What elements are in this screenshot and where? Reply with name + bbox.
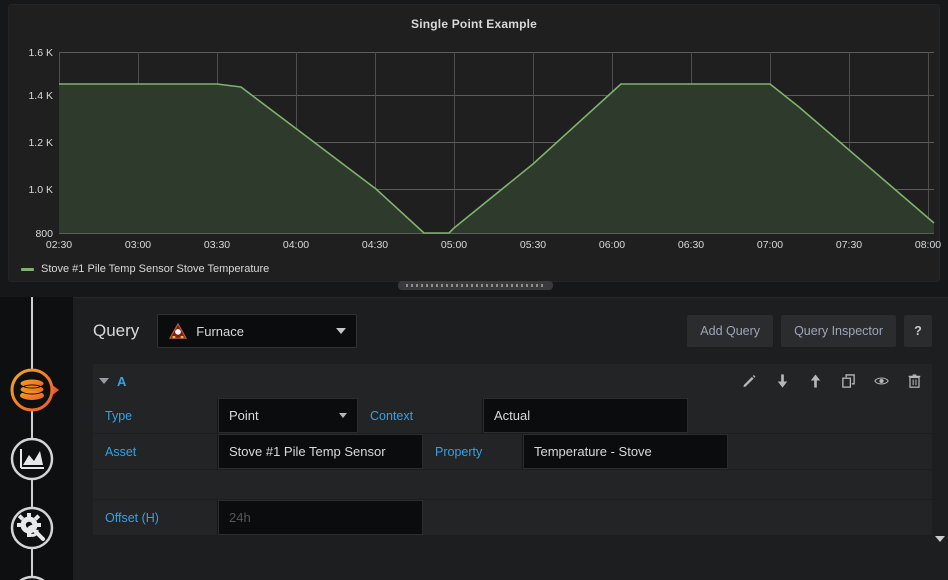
- collapse-chevron-icon[interactable]: [99, 378, 109, 384]
- settings-gear-wrench-nav-icon: [10, 506, 54, 550]
- x-tick-label: 05:00: [441, 239, 467, 249]
- datasource-name: Furnace: [196, 323, 244, 339]
- datasource-picker[interactable]: Furnace: [157, 314, 358, 348]
- sidebar-item-datasource[interactable]: [3, 361, 61, 419]
- type-field-label: Type: [93, 398, 218, 433]
- grafana-panel-editor: Single Point Example 1.6 K 1.4 K 1.2 K 1…: [0, 0, 948, 580]
- x-tick-label: 04:30: [362, 239, 388, 249]
- query-row-actions: [742, 373, 922, 389]
- query-editor-pane: Query Furnace Add Query Query Inspector …: [0, 297, 948, 580]
- y-tick-label: 1.0 K: [28, 184, 53, 196]
- row-filler: [688, 398, 932, 433]
- add-query-button[interactable]: Add Query: [687, 315, 774, 347]
- row-filler: [728, 434, 932, 469]
- series-area-fill: [59, 84, 934, 233]
- context-field-label: Context: [358, 398, 483, 433]
- legend-color-swatch: [21, 267, 34, 271]
- query-editor-header: Query Furnace Add Query Query Inspector …: [73, 298, 948, 364]
- offset-input[interactable]: 24h: [218, 500, 423, 535]
- type-select-value: Point: [229, 408, 259, 423]
- scroll-down-indicator-icon[interactable]: [935, 536, 945, 542]
- eye-icon[interactable]: [874, 373, 889, 389]
- legend-series-label[interactable]: Stove #1 Pile Temp Sensor Stove Temperat…: [41, 263, 269, 275]
- y-tick-label: 1.6 K: [28, 47, 53, 59]
- sidebar-item-dashboard[interactable]: [3, 430, 61, 488]
- grip-dots-icon: [405, 284, 546, 287]
- chart-legend[interactable]: Stove #1 Pile Temp Sensor Stove Temperat…: [21, 263, 269, 275]
- query-fields-offset: Offset (H) 24h: [93, 500, 932, 536]
- x-tick-label: 03:00: [125, 239, 151, 249]
- arrow-down-icon[interactable]: [775, 373, 790, 389]
- y-tick-label: 1.2 K: [28, 137, 53, 149]
- sidebar-item-settings[interactable]: [3, 499, 61, 557]
- row-filler: [423, 500, 932, 535]
- x-tick-label: 03:30: [204, 239, 230, 249]
- panel-resize-drag-handle[interactable]: [398, 281, 553, 290]
- chevron-down-icon: [336, 328, 347, 334]
- query-section-label: Query: [93, 321, 140, 340]
- duplicate-icon[interactable]: [841, 373, 856, 389]
- query-fields: Type Point Context Actual Asset Stove #1…: [93, 398, 932, 470]
- time-series-chart: 1.6 K 1.4 K 1.2 K 1.0 K 800 02:30 03:00 …: [28, 47, 941, 249]
- page-title: Single Point Example: [410, 17, 538, 31]
- field-row-type-context: Type Point Context Actual: [93, 398, 932, 434]
- arrow-up-icon[interactable]: [808, 373, 823, 389]
- offset-field-label: Offset (H): [93, 500, 218, 535]
- query-editor-content: Query Furnace Add Query Query Inspector …: [73, 297, 948, 580]
- trash-icon[interactable]: [907, 373, 922, 389]
- field-row-offset: Offset (H) 24h: [93, 500, 932, 536]
- field-row-asset-property: Asset Stove #1 Pile Temp Sensor Property…: [93, 434, 932, 470]
- query-row-header-a: A: [93, 364, 932, 398]
- x-tick-label: 06:30: [678, 239, 704, 249]
- query-ref-id[interactable]: A: [117, 374, 126, 389]
- pencil-icon[interactable]: [742, 373, 757, 389]
- x-tick-label: 07:00: [757, 239, 783, 249]
- sidebar-item-alerting[interactable]: [3, 568, 61, 580]
- field-row-spacer: [93, 470, 932, 500]
- graph-panel: Single Point Example 1.6 K 1.4 K 1.2 K 1…: [8, 4, 941, 282]
- context-input[interactable]: Actual: [483, 398, 688, 433]
- x-axis-labels: 02:30 03:00 03:30 04:00 04:30 05:00 05:3…: [46, 239, 941, 249]
- furnace-datasource-logo-icon: [169, 322, 188, 339]
- asset-field-label: Asset: [93, 434, 218, 469]
- help-button[interactable]: ?: [904, 315, 932, 347]
- datasource-nav-icon: [10, 368, 59, 412]
- asset-input[interactable]: Stove #1 Pile Temp Sensor: [218, 434, 423, 469]
- y-tick-label: 1.4 K: [28, 90, 53, 102]
- x-tick-label: 07:30: [836, 239, 862, 249]
- x-tick-label: 05:30: [520, 239, 546, 249]
- x-tick-label: 06:00: [599, 239, 625, 249]
- sidebar-nav: [0, 297, 73, 580]
- property-field-label: Property: [423, 434, 523, 469]
- dashboard-graph-nav-icon: [10, 437, 54, 481]
- x-tick-label: 02:30: [46, 239, 72, 249]
- x-tick-label: 08:00: [915, 239, 941, 249]
- chevron-down-icon: [339, 413, 347, 418]
- alerting-nav-icon: [19, 575, 45, 580]
- type-select[interactable]: Point: [218, 398, 358, 433]
- plot-area[interactable]: 1.6 K 1.4 K 1.2 K 1.0 K 800 02:30 03:00 …: [9, 37, 941, 249]
- x-tick-label: 04:00: [283, 239, 309, 249]
- query-inspector-button[interactable]: Query Inspector: [781, 315, 896, 347]
- property-input[interactable]: Temperature - Stove: [523, 434, 728, 469]
